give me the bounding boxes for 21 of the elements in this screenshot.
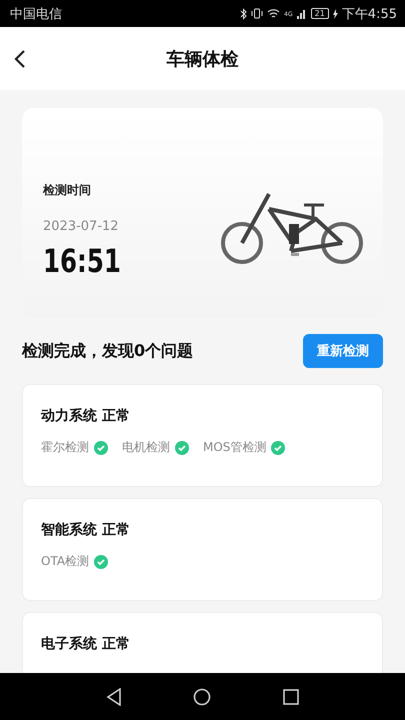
retest-button[interactable]: 重新检测 xyxy=(303,334,383,368)
inspection-date: 2023-07-12 xyxy=(43,219,120,234)
page-title: 车辆体检 xyxy=(166,48,238,70)
carrier-name: 中国电信 xyxy=(10,6,62,22)
inspection-time: 16:51 xyxy=(43,242,121,280)
check-name: 电机检测 xyxy=(122,439,170,456)
bluetooth-icon xyxy=(240,8,248,20)
system-status: 动力系统 正常 xyxy=(41,408,130,424)
system-status: 智能系统 正常 xyxy=(41,522,130,538)
summary-text: 检测完成，发现0个问题 xyxy=(22,340,194,362)
clock: 下午4:55 xyxy=(342,6,397,22)
check-name: 霍尔检测 xyxy=(41,439,89,456)
wifi-icon xyxy=(267,8,280,19)
charging-icon xyxy=(332,8,338,18)
check-name: MOS管检测 xyxy=(203,439,266,456)
check-name: OTA检测 xyxy=(41,553,90,570)
inspection-label: 检测时间 xyxy=(43,182,92,199)
battery-level: 21 xyxy=(310,8,329,19)
system-status: 电子系统 正常 xyxy=(41,636,130,652)
signal-icon xyxy=(296,8,307,19)
vibrate-icon xyxy=(251,8,264,19)
